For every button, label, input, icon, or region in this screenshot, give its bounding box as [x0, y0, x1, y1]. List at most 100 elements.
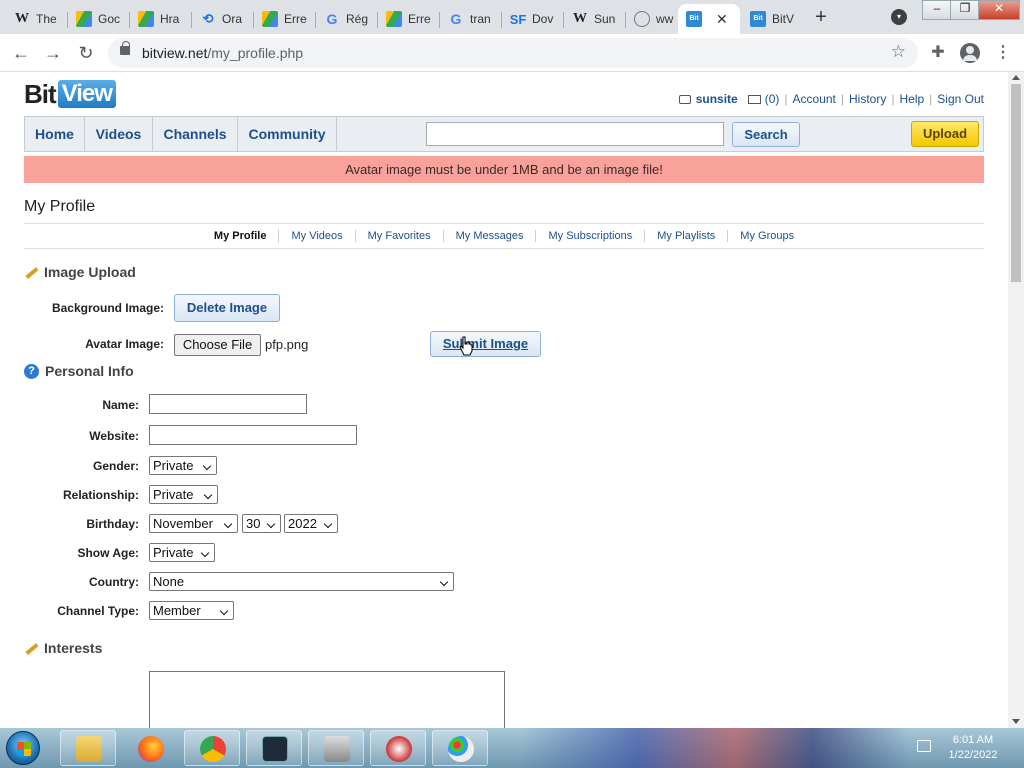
sync-icon: ⟲	[202, 11, 214, 26]
choose-file-button[interactable]: Choose File	[174, 334, 261, 356]
browser-tab[interactable]: Erre	[254, 4, 316, 34]
subnav-my-groups[interactable]: My Groups	[727, 230, 806, 242]
account-link[interactable]: Account	[793, 92, 836, 106]
history-link[interactable]: History	[849, 92, 886, 106]
search-button[interactable]: Search	[732, 122, 800, 147]
nav-videos[interactable]: Videos	[85, 117, 153, 151]
show-age-select[interactable]: Private	[149, 543, 215, 562]
wikipedia-icon: W	[573, 11, 587, 26]
subnav-my-messages[interactable]: My Messages	[442, 230, 536, 242]
browser-tab[interactable]: G tran	[440, 4, 502, 34]
new-tab-button[interactable]: +	[810, 7, 832, 29]
taskbar-paint[interactable]	[432, 730, 488, 766]
sign-out-link[interactable]: Sign Out	[937, 92, 984, 106]
subnav-my-profile[interactable]: My Profile	[202, 230, 279, 242]
submit-image-button[interactable]: Submit Image	[430, 331, 541, 357]
name-label: Name:	[102, 398, 139, 412]
nav-home[interactable]: Home	[25, 117, 85, 151]
mail-icon[interactable]	[747, 94, 761, 104]
browser-tab[interactable]: ww	[626, 4, 678, 34]
gender-select[interactable]: Private	[149, 456, 217, 475]
browser-tab[interactable]: W Sun	[564, 4, 626, 34]
scrollbar-thumb[interactable]	[1011, 84, 1021, 282]
search-input[interactable]	[426, 122, 724, 146]
forward-arrow-icon[interactable]: →	[42, 42, 64, 64]
channel-type-select[interactable]: Member	[149, 601, 234, 620]
name-input[interactable]	[149, 394, 307, 414]
sf-icon: SF	[509, 11, 527, 27]
messages-count-link[interactable]: (0)	[765, 92, 780, 106]
taskbar-app-6[interactable]	[370, 730, 426, 766]
tv-icon	[678, 94, 691, 104]
tab-search-icon[interactable]: ▾	[891, 9, 907, 25]
app-icon	[386, 736, 412, 762]
browser-tab[interactable]: W The	[6, 4, 68, 34]
scroll-up-arrow-icon[interactable]	[1012, 75, 1020, 80]
interests-textarea[interactable]	[149, 671, 505, 728]
back-arrow-icon[interactable]: ←	[10, 42, 32, 64]
website-label: Website:	[89, 429, 139, 443]
birthday-day-select[interactable]: 30	[242, 514, 281, 533]
profile-subnav: My Profile My Videos My Favorites My Mes…	[24, 223, 984, 249]
extensions-puzzle-icon[interactable]: ✚	[927, 42, 949, 64]
bookmark-star-icon[interactable]: ☆	[891, 42, 906, 62]
chrome-icon	[200, 736, 226, 762]
taskbar-explorer[interactable]	[60, 730, 116, 766]
delete-image-button[interactable]: Delete Image	[174, 294, 280, 322]
website-input[interactable]	[149, 425, 357, 445]
subnav-my-subscriptions[interactable]: My Subscriptions	[535, 230, 644, 242]
pencil-icon	[24, 641, 38, 655]
menu-dots-icon[interactable]: ⋮	[992, 42, 1014, 64]
taskbar-app-5[interactable]	[308, 730, 364, 766]
address-bar[interactable]: bitview.net/my_profile.php ☆	[108, 38, 918, 68]
maximize-window-button[interactable]: ❐	[950, 0, 980, 20]
reload-icon[interactable]: ↻	[75, 42, 97, 64]
browser-tab[interactable]: Goc	[68, 4, 130, 34]
url-text: bitview.net/my_profile.php	[142, 45, 304, 61]
bitview-logo[interactable]: Bit View	[24, 78, 116, 110]
birthday-label: Birthday:	[86, 517, 139, 531]
relationship-select[interactable]: Private	[149, 485, 218, 504]
nav-channels[interactable]: Channels	[153, 117, 238, 151]
minimize-window-button[interactable]: –	[922, 0, 952, 20]
subnav-my-videos[interactable]: My Videos	[278, 230, 354, 242]
close-tab-icon[interactable]: ✕	[716, 11, 728, 28]
close-window-button[interactable]: ✕	[978, 0, 1020, 20]
browser-tab[interactable]: G Rég	[316, 4, 378, 34]
browser-tab[interactable]: Erre	[378, 4, 440, 34]
browser-tab[interactable]: Hra	[130, 4, 192, 34]
subnav-my-playlists[interactable]: My Playlists	[644, 230, 727, 242]
taskbar-firefox[interactable]	[122, 730, 178, 766]
network-tray-icon[interactable]	[917, 740, 931, 752]
firefox-icon	[138, 736, 164, 762]
subnav-my-favorites[interactable]: My Favorites	[354, 230, 443, 242]
network-tool-icon	[324, 736, 350, 762]
scroll-down-arrow-icon[interactable]	[1012, 719, 1020, 724]
upload-button[interactable]: Upload	[911, 121, 979, 147]
username-link[interactable]: sunsite	[696, 92, 738, 106]
help-link[interactable]: Help	[899, 92, 924, 106]
google-drive-icon	[386, 11, 402, 27]
country-select[interactable]: None	[149, 572, 454, 591]
browser-tab[interactable]: SF Dov	[502, 4, 564, 34]
browser-tab[interactable]: Bit BitV	[742, 4, 800, 34]
birthday-year-select[interactable]: 2022	[284, 514, 338, 533]
user-links: sunsite (0) | Account | History | Help |…	[678, 92, 984, 106]
terminal-icon	[262, 736, 288, 762]
profile-avatar-icon[interactable]	[960, 43, 980, 63]
browser-tab-strip: W The Goc Hra ⟲ Ora Erre G Rég Erre G tr…	[0, 0, 1024, 34]
browser-tab[interactable]: ⟲ Ora	[192, 4, 254, 34]
taskbar-chrome[interactable]	[184, 730, 240, 766]
browser-tab-active[interactable]: Bit ✕	[678, 4, 740, 34]
google-drive-icon	[138, 11, 154, 27]
birthday-month-select[interactable]: November	[149, 514, 238, 533]
error-banner: Avatar image must be under 1MB and be an…	[24, 156, 984, 183]
nav-community[interactable]: Community	[238, 117, 337, 151]
taskbar-wallpaper	[520, 728, 910, 768]
taskbar-app-4[interactable]	[246, 730, 302, 766]
system-clock[interactable]: 6:01 AM 1/22/2022	[942, 733, 1004, 763]
start-button[interactable]	[6, 731, 40, 765]
google-drive-icon	[262, 11, 278, 27]
personal-info-heading: ? Personal Info	[24, 363, 134, 379]
page-scrollbar[interactable]	[1008, 72, 1024, 728]
